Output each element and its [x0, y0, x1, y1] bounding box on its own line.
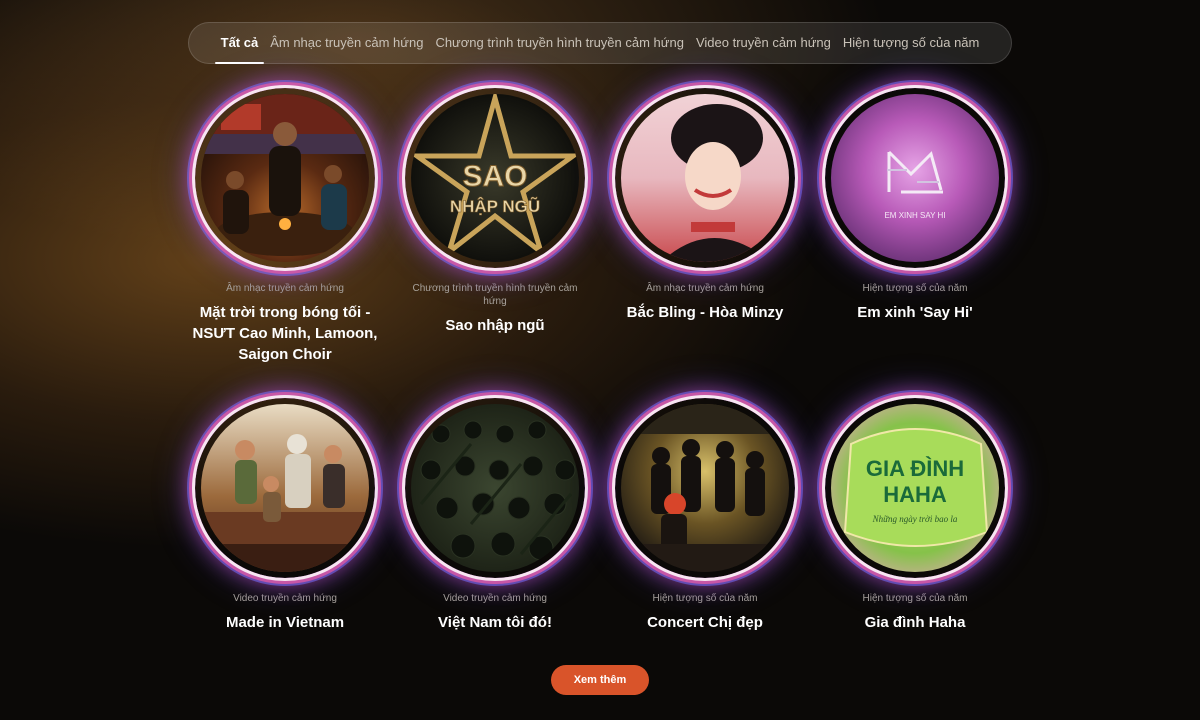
nominee-thumbnail-frame[interactable]: [195, 88, 375, 268]
nominee-thumbnail: EM XINH SAY HI: [831, 94, 999, 262]
nominee-grid: Âm nhạc truyền cảm hứng Mặt trời trong b…: [180, 88, 1020, 684]
nominee-category: Hiện tượng số của năm: [652, 593, 758, 604]
nominee-thumbnail: [621, 94, 789, 262]
art-text: GIA ĐÌNH: [866, 456, 964, 481]
art-text: HAHA: [883, 482, 947, 507]
nominee-card[interactable]: EM XINH SAY HI Hiện tượng số của năm Em …: [810, 88, 1020, 374]
nominee-thumbnail-frame[interactable]: [195, 398, 375, 578]
nominee-title[interactable]: Gia đình Haha: [815, 612, 1015, 633]
nominee-category: Âm nhạc truyền cảm hứng: [226, 283, 344, 294]
art-text: SAO: [462, 160, 527, 193]
nominee-thumbnail-frame[interactable]: [615, 398, 795, 578]
nominee-title[interactable]: Mặt trời trong bóng tối - NSƯT Cao Minh,…: [185, 302, 385, 365]
tab-all[interactable]: Tất cả: [214, 22, 264, 64]
art-text: EM XINH SAY HI: [884, 211, 945, 220]
nominee-category: Video truyền cảm hứng: [233, 593, 337, 604]
tab-inspiring-tv[interactable]: Chương trình truyền hình truyền cảm hứng: [435, 22, 684, 64]
art-text: Những ngày trời bao la: [872, 514, 958, 524]
nominee-category: Chương trình truyền hình truyền cảm hứng: [412, 283, 578, 307]
nominee-card[interactable]: SAO NHẬP NGŨ Chương trình truyền hình tr…: [390, 88, 600, 374]
nominee-thumbnail: [201, 404, 369, 572]
nominee-card[interactable]: Âm nhạc truyền cảm hứng Bắc Bling - Hòa …: [600, 88, 810, 374]
tab-inspiring-video[interactable]: Video truyền cảm hứng: [696, 22, 831, 64]
nominee-title[interactable]: Việt Nam tôi đó!: [395, 612, 595, 633]
nominee-title[interactable]: Bắc Bling - Hòa Minzy: [605, 302, 805, 323]
nominee-title[interactable]: Em xinh 'Say Hi': [815, 302, 1015, 323]
nominee-thumbnail: [201, 94, 369, 262]
nominee-category: Video truyền cảm hứng: [443, 593, 547, 604]
nominee-thumbnail-frame[interactable]: GIA ĐÌNH HAHA Những ngày trời bao la: [825, 398, 1005, 578]
nominee-thumbnail: [621, 404, 789, 572]
nominee-title[interactable]: Concert Chị đẹp: [605, 612, 805, 633]
tab-digital-phenomenon[interactable]: Hiện tượng số của năm: [843, 22, 979, 64]
nominee-card[interactable]: Video truyền cảm hứng Made in Vietnam: [180, 398, 390, 684]
nominee-title[interactable]: Made in Vietnam: [185, 612, 385, 633]
nominee-thumbnail-frame[interactable]: EM XINH SAY HI: [825, 88, 1005, 268]
nominee-category: Âm nhạc truyền cảm hứng: [646, 283, 764, 294]
nominee-title[interactable]: Sao nhập ngũ: [395, 315, 595, 336]
nominee-thumbnail: GIA ĐÌNH HAHA Những ngày trời bao la: [831, 404, 999, 572]
tab-inspiring-music[interactable]: Âm nhạc truyền cảm hứng: [270, 22, 423, 64]
nominee-thumbnail-frame[interactable]: [615, 88, 795, 268]
see-more-button[interactable]: Xem thêm: [551, 665, 649, 695]
nominee-thumbnail-frame[interactable]: [405, 398, 585, 578]
nominee-category: Hiện tượng số của năm: [862, 283, 968, 294]
category-tabs: Tất cả Âm nhạc truyền cảm hứng Chương tr…: [188, 22, 1012, 64]
nominee-thumbnail: [411, 404, 579, 572]
nominee-card[interactable]: Video truyền cảm hứng Việt Nam tôi đó!: [390, 398, 600, 684]
nominee-thumbnail: SAO NHẬP NGŨ: [411, 94, 579, 262]
nominee-card[interactable]: Âm nhạc truyền cảm hứng Mặt trời trong b…: [180, 88, 390, 374]
nominee-category: Hiện tượng số của năm: [862, 593, 968, 604]
nominee-thumbnail-frame[interactable]: SAO NHẬP NGŨ: [405, 88, 585, 268]
art-text: NHẬP NGŨ: [450, 196, 540, 216]
nominee-card[interactable]: GIA ĐÌNH HAHA Những ngày trời bao la Hiệ…: [810, 398, 1020, 684]
nominee-card[interactable]: Hiện tượng số của năm Concert Chị đẹp: [600, 398, 810, 684]
